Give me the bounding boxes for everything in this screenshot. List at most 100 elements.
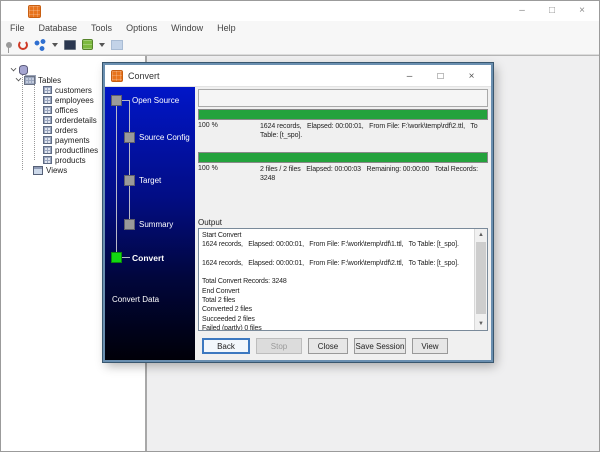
step-marker-target [124, 175, 135, 186]
chevron-down-icon[interactable] [16, 76, 22, 82]
table-name: orderdetails [55, 116, 97, 125]
dialog-minimize-button[interactable]: – [394, 65, 425, 87]
minimize-button[interactable]: – [507, 1, 537, 21]
table-icon [43, 146, 52, 154]
wizard-connector [129, 100, 130, 224]
table-name: offices [55, 106, 78, 115]
scroll-up-icon[interactable]: ▲ [475, 229, 487, 241]
wizard-connector [116, 106, 117, 253]
step-label-summary: Summary [139, 220, 173, 229]
menu-options[interactable]: Options [119, 23, 164, 33]
step-marker-convert-active [111, 252, 122, 263]
log-line: End Convert [202, 287, 472, 296]
table-icon [43, 126, 52, 134]
dialog-maximize-button[interactable]: □ [425, 65, 456, 87]
step-marker-source-config [124, 132, 135, 143]
scroll-down-icon[interactable]: ▼ [475, 318, 487, 330]
step-label-convert: Convert [132, 253, 164, 263]
dialog-window-controls: – □ × [394, 65, 487, 87]
table-icon [43, 106, 52, 114]
share-dropdown-icon[interactable] [52, 43, 58, 47]
total-progress-detail: 100 % 2 files / 2 files Elapsed: 00:00:0… [198, 163, 488, 193]
log-line: Succeeded 2 files [202, 315, 472, 324]
table-icon [43, 86, 52, 94]
stop-button: Stop [256, 338, 302, 354]
log-line [202, 268, 472, 277]
table-icon [43, 96, 52, 104]
log-line: Total 2 files [202, 296, 472, 305]
file-progress-text: 1624 records, Elapsed: 00:00:01, From Fi… [260, 122, 488, 150]
menu-file[interactable]: File [3, 23, 32, 33]
toolbar [1, 35, 599, 55]
save-session-button[interactable]: Save Session [354, 338, 406, 354]
menu-help[interactable]: Help [210, 23, 243, 33]
menu-bar: File Database Tools Options Window Help [1, 21, 599, 35]
menu-window[interactable]: Window [164, 23, 210, 33]
step-marker-summary [124, 219, 135, 230]
convert-progress-pane: 100 % 1624 records, Elapsed: 00:00:01, F… [195, 87, 491, 360]
menu-tools[interactable]: Tools [84, 23, 119, 33]
output-scrollbar[interactable]: ▲ ▼ [474, 229, 487, 330]
wizard-steps-panel: Open Source Source Config Target Summary… [105, 87, 195, 360]
total-progress-text: 2 files / 2 files Elapsed: 00:00:03 Rema… [260, 165, 488, 193]
total-progress-percent: 100 % [198, 165, 260, 193]
scrollbar-thumb[interactable] [476, 242, 486, 314]
log-line: Start Convert [202, 231, 472, 240]
table-name: payments [55, 136, 90, 145]
step-label-open-source: Open Source [132, 96, 179, 105]
dialog-app-icon [111, 70, 123, 82]
database-icon [19, 65, 28, 75]
table-name: products [55, 156, 86, 165]
dialog-close-button[interactable]: × [456, 65, 487, 87]
step-marker-open-source [111, 95, 122, 106]
output-label: Output [198, 218, 488, 227]
monitor-icon[interactable] [64, 40, 76, 50]
tree-rail [22, 75, 23, 170]
views-folder-icon [33, 166, 43, 175]
wizard-connector [122, 100, 130, 101]
message-box [198, 89, 488, 107]
table-name: orders [55, 126, 78, 135]
tree-rail [34, 85, 35, 160]
convert-dialog: Convert – □ × Open Source Source Config … [103, 63, 493, 362]
table-icon [43, 116, 52, 124]
tables-folder-icon [24, 76, 35, 85]
close-button[interactable]: × [567, 1, 597, 21]
tables-label: Tables [38, 76, 61, 85]
table-name: employees [55, 96, 94, 105]
table-icon [43, 136, 52, 144]
back-button[interactable]: Back [202, 338, 250, 354]
menu-database[interactable]: Database [32, 23, 85, 33]
log-line: 1624 records, Elapsed: 00:00:01, From Fi… [202, 240, 472, 249]
file-progress-bar [198, 109, 488, 120]
table-name: productlines [55, 146, 98, 155]
total-progress-bar [198, 152, 488, 163]
main-titlebar: – □ × [1, 1, 599, 21]
close-button[interactable]: Close [308, 338, 348, 354]
refresh-icon[interactable] [18, 40, 28, 50]
log-line: Failed (partly) 0 files [202, 324, 472, 331]
maximize-button[interactable]: □ [537, 1, 567, 21]
export-dropdown-icon[interactable] [99, 43, 105, 47]
chevron-down-icon[interactable] [11, 66, 17, 72]
main-window-controls: – □ × [507, 1, 597, 21]
table-name: customers [55, 86, 92, 95]
log-line [202, 250, 472, 259]
dialog-body: Open Source Source Config Target Summary… [105, 87, 491, 360]
table-disabled-icon [111, 40, 123, 50]
log-line: 1624 records, Elapsed: 00:00:01, From Fi… [202, 259, 472, 268]
share-icon[interactable] [34, 39, 46, 51]
output-log: Start Convert 1624 records, Elapsed: 00:… [198, 228, 488, 331]
pin-icon[interactable] [6, 42, 12, 48]
file-progress-percent: 100 % [198, 122, 260, 150]
dialog-button-row: Back Stop Close Save Session View [198, 338, 488, 354]
step-label-source-config: Source Config [139, 133, 190, 142]
log-line: Total Convert Records: 3248 [202, 277, 472, 286]
panel-caption: Convert Data [112, 295, 159, 304]
views-label: Views [46, 166, 67, 175]
view-button[interactable]: View [412, 338, 448, 354]
dialog-titlebar: Convert – □ × [105, 65, 491, 87]
table-export-icon[interactable] [82, 39, 93, 50]
app-logo-icon [28, 5, 41, 18]
wizard-connector [122, 257, 130, 258]
